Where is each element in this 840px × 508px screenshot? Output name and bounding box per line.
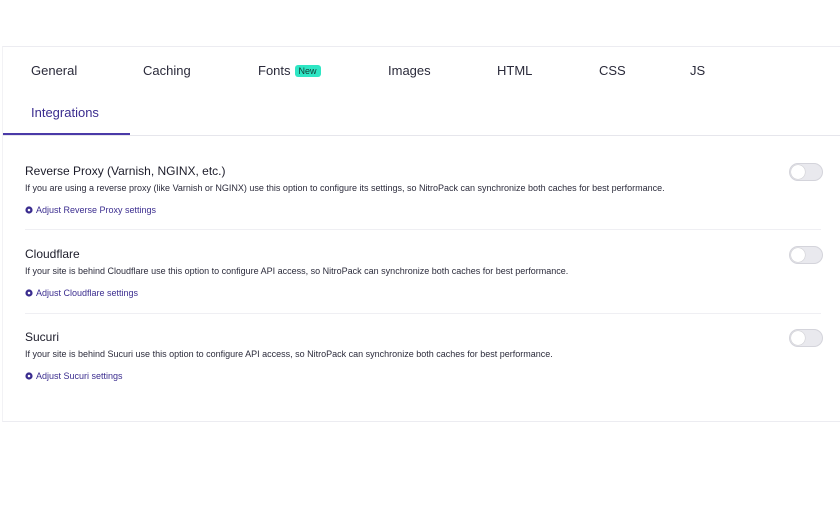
toggle-knob bbox=[791, 165, 805, 179]
toggle-knob bbox=[791, 331, 805, 345]
settings-panel: General Caching Fonts New Images HTML CSS… bbox=[2, 46, 840, 422]
active-tab-indicator bbox=[3, 133, 130, 135]
setting-description: If your site is behind Sucuri use this o… bbox=[25, 349, 553, 359]
setting-description: If your site is behind Cloudflare use th… bbox=[25, 266, 569, 276]
new-badge: New bbox=[294, 65, 321, 77]
setting-cloudflare: Cloudflare If your site is behind Cloudf… bbox=[25, 247, 825, 302]
divider bbox=[25, 229, 821, 230]
tab-integrations[interactable]: Integrations bbox=[31, 105, 99, 120]
divider bbox=[25, 313, 821, 314]
tab-fonts[interactable]: Fonts New bbox=[258, 63, 321, 78]
tab-bar: General Caching Fonts New Images HTML CSS… bbox=[3, 47, 840, 136]
adjust-link-label: Adjust Sucuri settings bbox=[36, 371, 123, 381]
setting-description: If you are using a reverse proxy (like V… bbox=[25, 183, 665, 193]
gear-icon bbox=[25, 372, 33, 380]
setting-title: Reverse Proxy (Varnish, NGINX, etc.) bbox=[25, 164, 226, 178]
tab-caching[interactable]: Caching bbox=[143, 63, 191, 78]
adjust-link-label: Adjust Reverse Proxy settings bbox=[36, 205, 157, 215]
tab-js[interactable]: JS bbox=[690, 63, 705, 78]
reverse-proxy-toggle[interactable] bbox=[789, 163, 823, 181]
tab-html[interactable]: HTML bbox=[497, 63, 532, 78]
cloudflare-toggle[interactable] bbox=[789, 246, 823, 264]
setting-sucuri: Sucuri If your site is behind Sucuri use… bbox=[25, 330, 825, 385]
adjust-cloudflare-link[interactable]: Adjust Cloudflare settings bbox=[25, 288, 138, 298]
tab-images[interactable]: Images bbox=[388, 63, 431, 78]
tab-css[interactable]: CSS bbox=[599, 63, 626, 78]
setting-title: Sucuri bbox=[25, 330, 60, 344]
setting-reverse-proxy: Reverse Proxy (Varnish, NGINX, etc.) If … bbox=[25, 164, 825, 219]
adjust-link-label: Adjust Cloudflare settings bbox=[36, 288, 139, 298]
gear-icon bbox=[25, 289, 33, 297]
gear-icon bbox=[25, 206, 33, 214]
setting-title: Cloudflare bbox=[25, 247, 80, 261]
tab-general[interactable]: General bbox=[31, 63, 77, 78]
adjust-sucuri-link[interactable]: Adjust Sucuri settings bbox=[25, 371, 123, 381]
tab-fonts-label: Fonts bbox=[258, 63, 291, 78]
toggle-knob bbox=[791, 248, 805, 262]
adjust-reverse-proxy-link[interactable]: Adjust Reverse Proxy settings bbox=[25, 205, 156, 215]
sucuri-toggle[interactable] bbox=[789, 329, 823, 347]
